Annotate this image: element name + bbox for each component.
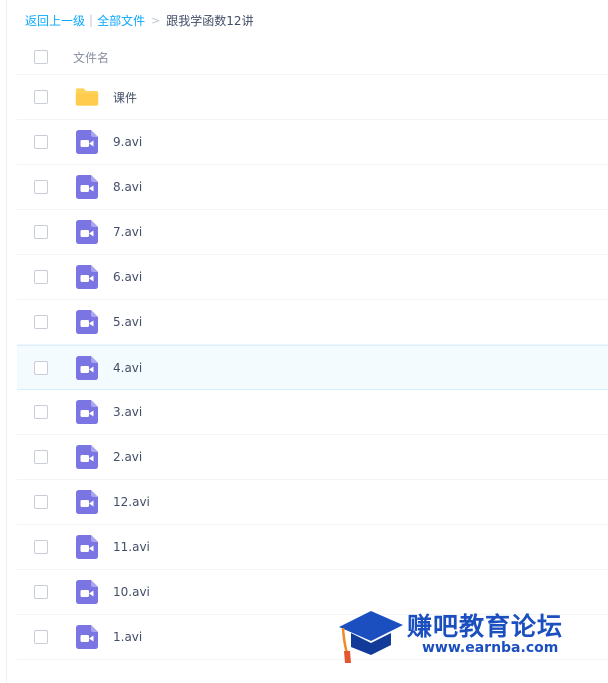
- breadcrumb-divider: |: [89, 13, 94, 27]
- video-file-icon[interactable]: [75, 400, 99, 424]
- watermark-url: www.earnba.com: [422, 640, 559, 656]
- video-file-icon[interactable]: [75, 310, 99, 334]
- file-row[interactable]: 课件: [17, 75, 608, 120]
- file-list: 课件 9.avi 8.avi 7.avi 6.avi 5.avi 4.avi 3.avi 2.a…: [17, 75, 608, 660]
- file-row[interactable]: 7.avi: [17, 210, 608, 255]
- row-checkbox[interactable]: [34, 315, 48, 329]
- breadcrumb: 返回上一级 | 全部文件 > 跟我学函数12讲: [25, 11, 254, 29]
- column-header-filename[interactable]: 文件名: [73, 49, 109, 66]
- breadcrumb-current-folder: 跟我学函数12讲: [166, 13, 254, 28]
- folder-icon[interactable]: [75, 85, 99, 109]
- row-checkbox[interactable]: [34, 585, 48, 599]
- row-checkbox[interactable]: [34, 90, 48, 104]
- file-row[interactable]: 3.avi: [17, 390, 608, 435]
- row-checkbox[interactable]: [34, 225, 48, 239]
- row-checkbox[interactable]: [34, 360, 48, 375]
- row-checkbox[interactable]: [34, 135, 48, 149]
- file-list-header: 文件名: [17, 40, 608, 75]
- file-name[interactable]: 课件: [113, 89, 137, 106]
- video-file-icon[interactable]: [75, 535, 99, 559]
- watermark-title: 赚吧教育论坛: [407, 612, 564, 641]
- graduation-cap-icon: [339, 611, 403, 663]
- video-file-icon[interactable]: [75, 625, 99, 649]
- file-row[interactable]: 5.avi: [17, 300, 608, 345]
- row-checkbox[interactable]: [34, 450, 48, 464]
- file-row[interactable]: 9.avi: [17, 120, 608, 165]
- file-name[interactable]: 2.avi: [113, 450, 142, 464]
- all-files-link[interactable]: 全部文件: [97, 12, 145, 29]
- file-name[interactable]: 5.avi: [113, 315, 142, 329]
- watermark-logo: 赚吧教育论坛 www.earnba.com: [335, 603, 597, 665]
- row-checkbox[interactable]: [34, 270, 48, 284]
- file-name[interactable]: 6.avi: [113, 270, 142, 284]
- file-name[interactable]: 12.avi: [113, 495, 150, 509]
- row-checkbox[interactable]: [34, 630, 48, 644]
- video-file-icon[interactable]: [75, 355, 99, 380]
- row-checkbox[interactable]: [34, 405, 48, 419]
- panel-left-border: [6, 0, 7, 683]
- video-file-icon[interactable]: [75, 175, 99, 199]
- row-checkbox[interactable]: [34, 540, 48, 554]
- row-checkbox[interactable]: [34, 180, 48, 194]
- file-row[interactable]: 11.avi: [17, 525, 608, 570]
- file-row[interactable]: 6.avi: [17, 255, 608, 300]
- file-row[interactable]: 4.avi: [17, 345, 608, 390]
- file-row[interactable]: 8.avi: [17, 165, 608, 210]
- file-name[interactable]: 10.avi: [113, 585, 150, 599]
- breadcrumb-separator: >: [151, 13, 161, 27]
- back-link[interactable]: 返回上一级: [25, 12, 85, 29]
- row-checkbox[interactable]: [34, 495, 48, 509]
- file-name[interactable]: 11.avi: [113, 540, 150, 554]
- file-row[interactable]: 12.avi: [17, 480, 608, 525]
- file-name[interactable]: 9.avi: [113, 135, 142, 149]
- video-file-icon[interactable]: [75, 130, 99, 154]
- video-file-icon[interactable]: [75, 265, 99, 289]
- video-file-icon[interactable]: [75, 580, 99, 604]
- file-name[interactable]: 3.avi: [113, 405, 142, 419]
- file-name[interactable]: 8.avi: [113, 180, 142, 194]
- file-name[interactable]: 7.avi: [113, 225, 142, 239]
- file-row[interactable]: 2.avi: [17, 435, 608, 480]
- video-file-icon[interactable]: [75, 220, 99, 244]
- video-file-icon[interactable]: [75, 445, 99, 469]
- video-file-icon[interactable]: [75, 490, 99, 514]
- file-name[interactable]: 4.avi: [113, 361, 142, 375]
- file-name[interactable]: 1.avi: [113, 630, 142, 644]
- select-all-checkbox[interactable]: [34, 50, 48, 64]
